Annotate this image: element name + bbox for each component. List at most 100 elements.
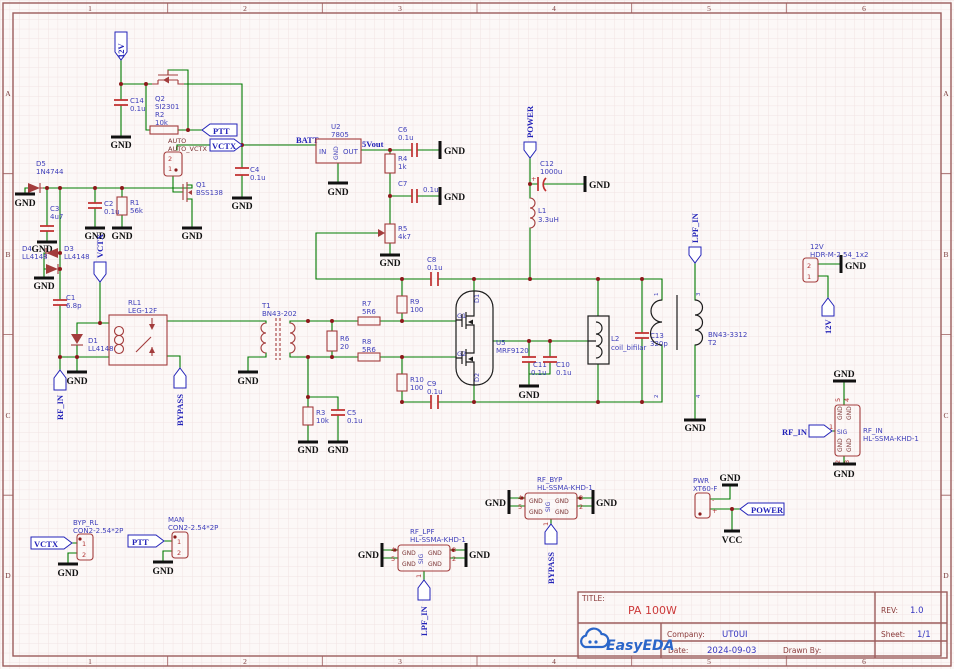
svg-text:U2: U2 bbox=[331, 123, 341, 131]
svg-text:T2: T2 bbox=[707, 339, 717, 347]
svg-text:0.1u: 0.1u bbox=[427, 388, 443, 396]
svg-text:5: 5 bbox=[391, 555, 395, 563]
schematic-canvas[interactable]: 1 2 3 4 5 6 1 2 3 4 5 6 A B C D A B C D bbox=[0, 0, 954, 669]
svg-text:GND: GND bbox=[231, 202, 252, 212]
svg-text:SIG: SIG bbox=[418, 553, 425, 564]
svg-text:R7: R7 bbox=[362, 300, 371, 308]
svg-text:RF_BYP: RF_BYP bbox=[537, 476, 562, 484]
svg-text:R3: R3 bbox=[316, 409, 325, 417]
svg-text:1: 1 bbox=[88, 657, 92, 666]
svg-text:HDR-M-2.54_1x2: HDR-M-2.54_1x2 bbox=[810, 251, 868, 259]
net-flag-vctx-byprl[interactable]: VCTX bbox=[31, 537, 72, 549]
svg-text:GND: GND bbox=[152, 567, 173, 577]
net-flag-vctx-relay[interactable]: VCTX bbox=[94, 233, 106, 282]
svg-text:HL-SSMA-KHD-1: HL-SSMA-KHD-1 bbox=[410, 536, 466, 544]
svg-text:BYPASS: BYPASS bbox=[175, 394, 185, 426]
net-flag-ptt-man[interactable]: PTT bbox=[128, 535, 164, 547]
gnd-pwr[interactable]: GND bbox=[719, 474, 740, 485]
svg-text:LL4148: LL4148 bbox=[64, 253, 90, 261]
net-flag-rfin-ssma[interactable]: RF_IN bbox=[782, 425, 832, 437]
svg-text:RF_IN: RF_IN bbox=[55, 394, 65, 420]
svg-text:0.1u: 0.1u bbox=[398, 134, 414, 142]
rev-label: REV: bbox=[881, 606, 898, 615]
svg-text:D: D bbox=[5, 571, 11, 580]
svg-text:5: 5 bbox=[518, 503, 522, 511]
svg-text:A: A bbox=[943, 89, 949, 98]
svg-text:7805: 7805 bbox=[331, 131, 349, 139]
net-flag-bypass-conn[interactable]: BYPASS bbox=[545, 524, 557, 584]
net-flag-power-top[interactable]: POWER bbox=[524, 105, 536, 158]
net-flag-lpfin-conn[interactable]: LPF_IN bbox=[418, 580, 430, 636]
easyeda-logo-text: EasyEDA bbox=[606, 638, 675, 654]
svg-text:1: 1 bbox=[807, 273, 811, 281]
net-flag-vctx-auto[interactable]: VCTX bbox=[210, 139, 242, 151]
svg-text:B: B bbox=[943, 250, 948, 259]
svg-text:GND: GND bbox=[485, 499, 506, 509]
net-flag-power-xt60[interactable]: POWER bbox=[740, 503, 784, 515]
svg-text:0.1u: 0.1u bbox=[427, 264, 443, 272]
svg-text:C2: C2 bbox=[104, 200, 113, 208]
net-flag-12v-top[interactable]: 12V bbox=[115, 32, 127, 60]
svg-text:POWER: POWER bbox=[525, 105, 535, 138]
svg-text:AUTO: AUTO bbox=[168, 137, 186, 145]
svg-text:GND: GND bbox=[402, 561, 416, 568]
svg-text:GND: GND bbox=[327, 188, 348, 198]
sheet-title: PA 100W bbox=[628, 604, 677, 617]
svg-text:1: 1 bbox=[177, 538, 181, 546]
svg-text:GND: GND bbox=[529, 498, 543, 505]
svg-text:12V: 12V bbox=[823, 319, 833, 335]
svg-text:GND: GND bbox=[327, 446, 348, 456]
svg-text:5R6: 5R6 bbox=[362, 308, 376, 316]
svg-text:GND: GND bbox=[833, 370, 854, 380]
svg-text:GND: GND bbox=[333, 146, 340, 160]
svg-text:2: 2 bbox=[243, 4, 247, 13]
svg-text:C9: C9 bbox=[427, 380, 436, 388]
svg-text:10k: 10k bbox=[155, 119, 169, 127]
svg-text:SIG: SIG bbox=[837, 429, 848, 436]
svg-text:Q1: Q1 bbox=[196, 181, 206, 189]
gnd-rfin-top[interactable]: GND bbox=[833, 370, 856, 381]
svg-text:R4: R4 bbox=[398, 155, 408, 163]
svg-text:6.8p: 6.8p bbox=[66, 302, 82, 310]
svg-text:GND: GND bbox=[589, 181, 610, 191]
svg-text:0.1u: 0.1u bbox=[347, 417, 363, 425]
svg-text:5: 5 bbox=[707, 4, 711, 13]
net-flag-rfin-left[interactable]: RF_IN bbox=[54, 370, 66, 420]
net-flag-bypass-relay[interactable]: BYPASS bbox=[174, 368, 186, 426]
svg-text:3: 3 bbox=[398, 4, 402, 13]
date-value: 2024-09-03 bbox=[707, 646, 756, 656]
svg-text:BSS138: BSS138 bbox=[196, 189, 223, 197]
svg-text:GND: GND bbox=[402, 550, 416, 557]
svg-text:1000u: 1000u bbox=[540, 168, 562, 176]
svg-text:RL1: RL1 bbox=[128, 299, 141, 307]
svg-text:GND: GND bbox=[837, 406, 844, 420]
net-flag-lpfin-top[interactable]: LPF_IN bbox=[689, 212, 701, 263]
svg-text:G1: G1 bbox=[457, 312, 466, 320]
net-label-batt: BATT bbox=[296, 135, 319, 145]
svg-text:56k: 56k bbox=[130, 207, 144, 215]
svg-text:12V: 12V bbox=[116, 43, 126, 59]
svg-text:0.1u: 0.1u bbox=[423, 186, 439, 194]
svg-text:GND: GND bbox=[428, 561, 442, 568]
rev-value: 1.0 bbox=[910, 606, 924, 616]
svg-text:GND: GND bbox=[111, 232, 132, 242]
svg-text:GND: GND bbox=[846, 406, 853, 420]
svg-text:100: 100 bbox=[410, 306, 423, 314]
svg-text:GND: GND bbox=[518, 391, 539, 401]
svg-text:4: 4 bbox=[696, 394, 702, 398]
svg-text:R2: R2 bbox=[155, 111, 164, 119]
net-flag-ptt[interactable]: PTT bbox=[202, 124, 237, 136]
net-flag-12v-right[interactable]: 12V bbox=[822, 298, 834, 334]
svg-text:D5: D5 bbox=[36, 160, 46, 168]
svg-text:T1: T1 bbox=[261, 302, 271, 310]
svg-text:SIG: SIG bbox=[545, 501, 552, 512]
svg-text:OUT: OUT bbox=[343, 148, 359, 156]
svg-text:HL-SSMA-KHD-1: HL-SSMA-KHD-1 bbox=[863, 435, 919, 443]
svg-text:coil_bifilar: coil_bifilar bbox=[611, 344, 647, 352]
svg-text:3: 3 bbox=[696, 292, 702, 296]
svg-text:20: 20 bbox=[340, 343, 349, 351]
svg-text:4: 4 bbox=[843, 398, 851, 402]
svg-text:LEG-12F: LEG-12F bbox=[128, 307, 157, 315]
svg-text:GND: GND bbox=[684, 424, 705, 434]
svg-text:D2: D2 bbox=[473, 373, 481, 382]
